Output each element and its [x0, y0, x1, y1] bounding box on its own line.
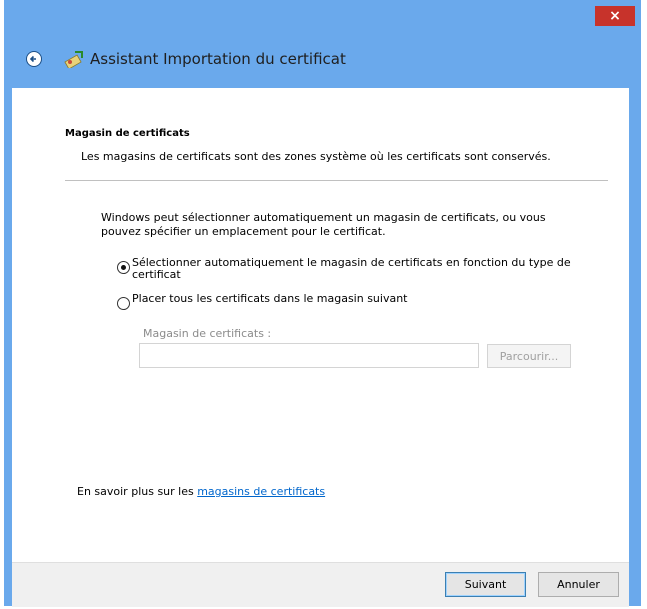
- learn-more-link[interactable]: magasins de certificats: [197, 485, 325, 498]
- radio-button-auto[interactable]: [117, 261, 130, 274]
- back-arrow-icon: [29, 55, 36, 63]
- browse-button[interactable]: Parcourir...: [487, 344, 571, 368]
- certificate-wizard-icon: [64, 51, 83, 68]
- title-bar: Assistant Importation du certificat: [12, 34, 629, 88]
- radio-button-manual[interactable]: [117, 297, 130, 310]
- radio-manual-label: Placer tous les certificats dans le maga…: [132, 292, 408, 305]
- divider: [65, 180, 608, 181]
- learn-more-prefix: En savoir plus sur les: [77, 485, 198, 498]
- radio-manual-store[interactable]: Placer tous les certificats dans le maga…: [117, 293, 592, 310]
- close-icon: ×: [609, 8, 621, 24]
- cancel-button[interactable]: Annuler: [538, 572, 619, 597]
- learn-more-text: En savoir plus sur les magasins de certi…: [77, 485, 325, 498]
- close-button[interactable]: ×: [595, 6, 635, 26]
- section-title: Magasin de certificats: [65, 128, 190, 139]
- section-description: Les magasins de certificats sont des zon…: [81, 150, 551, 163]
- back-button[interactable]: [26, 51, 42, 67]
- store-input[interactable]: [139, 343, 479, 368]
- radio-auto-select[interactable]: Sélectionner automatiquement le magasin …: [117, 257, 592, 281]
- button-footer: [12, 562, 629, 607]
- body-text: Windows peut sélectionner automatiquemen…: [101, 211, 546, 238]
- window-title: Assistant Importation du certificat: [90, 50, 346, 68]
- next-button[interactable]: Suivant: [445, 572, 526, 597]
- store-field-label: Magasin de certificats :: [143, 327, 272, 340]
- radio-auto-label: Sélectionner automatiquement le magasin …: [132, 256, 571, 281]
